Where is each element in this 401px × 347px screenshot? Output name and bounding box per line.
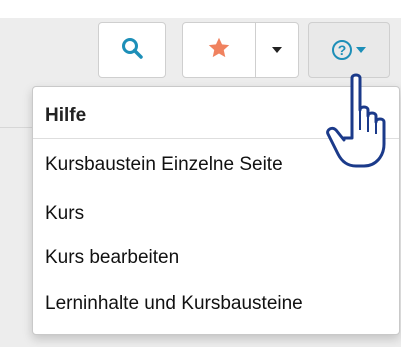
search-button[interactable] [98, 22, 166, 78]
search-icon [120, 36, 144, 65]
content-divider [0, 127, 32, 128]
caret-down-icon [272, 47, 282, 53]
hand-pointer-cursor [322, 72, 394, 170]
caret-down-icon [356, 47, 366, 53]
help-button-content: ? [332, 40, 366, 60]
star-icon [206, 35, 232, 66]
help-dropdown-button[interactable]: ? [308, 22, 390, 78]
menu-item-kursbaustein[interactable]: Kursbaustein Einzelne Seite [45, 154, 283, 176]
menu-item-kurs[interactable]: Kurs [45, 203, 84, 225]
bookmark-button[interactable] [182, 22, 256, 78]
menu-item-lerninhalte[interactable]: Lerninhalte und Kursbausteine [45, 293, 303, 315]
menu-item-kurs-bearbeiten[interactable]: Kurs bearbeiten [45, 247, 179, 269]
menu-header: Hilfe [45, 105, 87, 126]
top-strip [0, 0, 401, 18]
help-circle-icon: ? [332, 40, 352, 60]
bookmark-dropdown-button[interactable] [255, 22, 299, 78]
